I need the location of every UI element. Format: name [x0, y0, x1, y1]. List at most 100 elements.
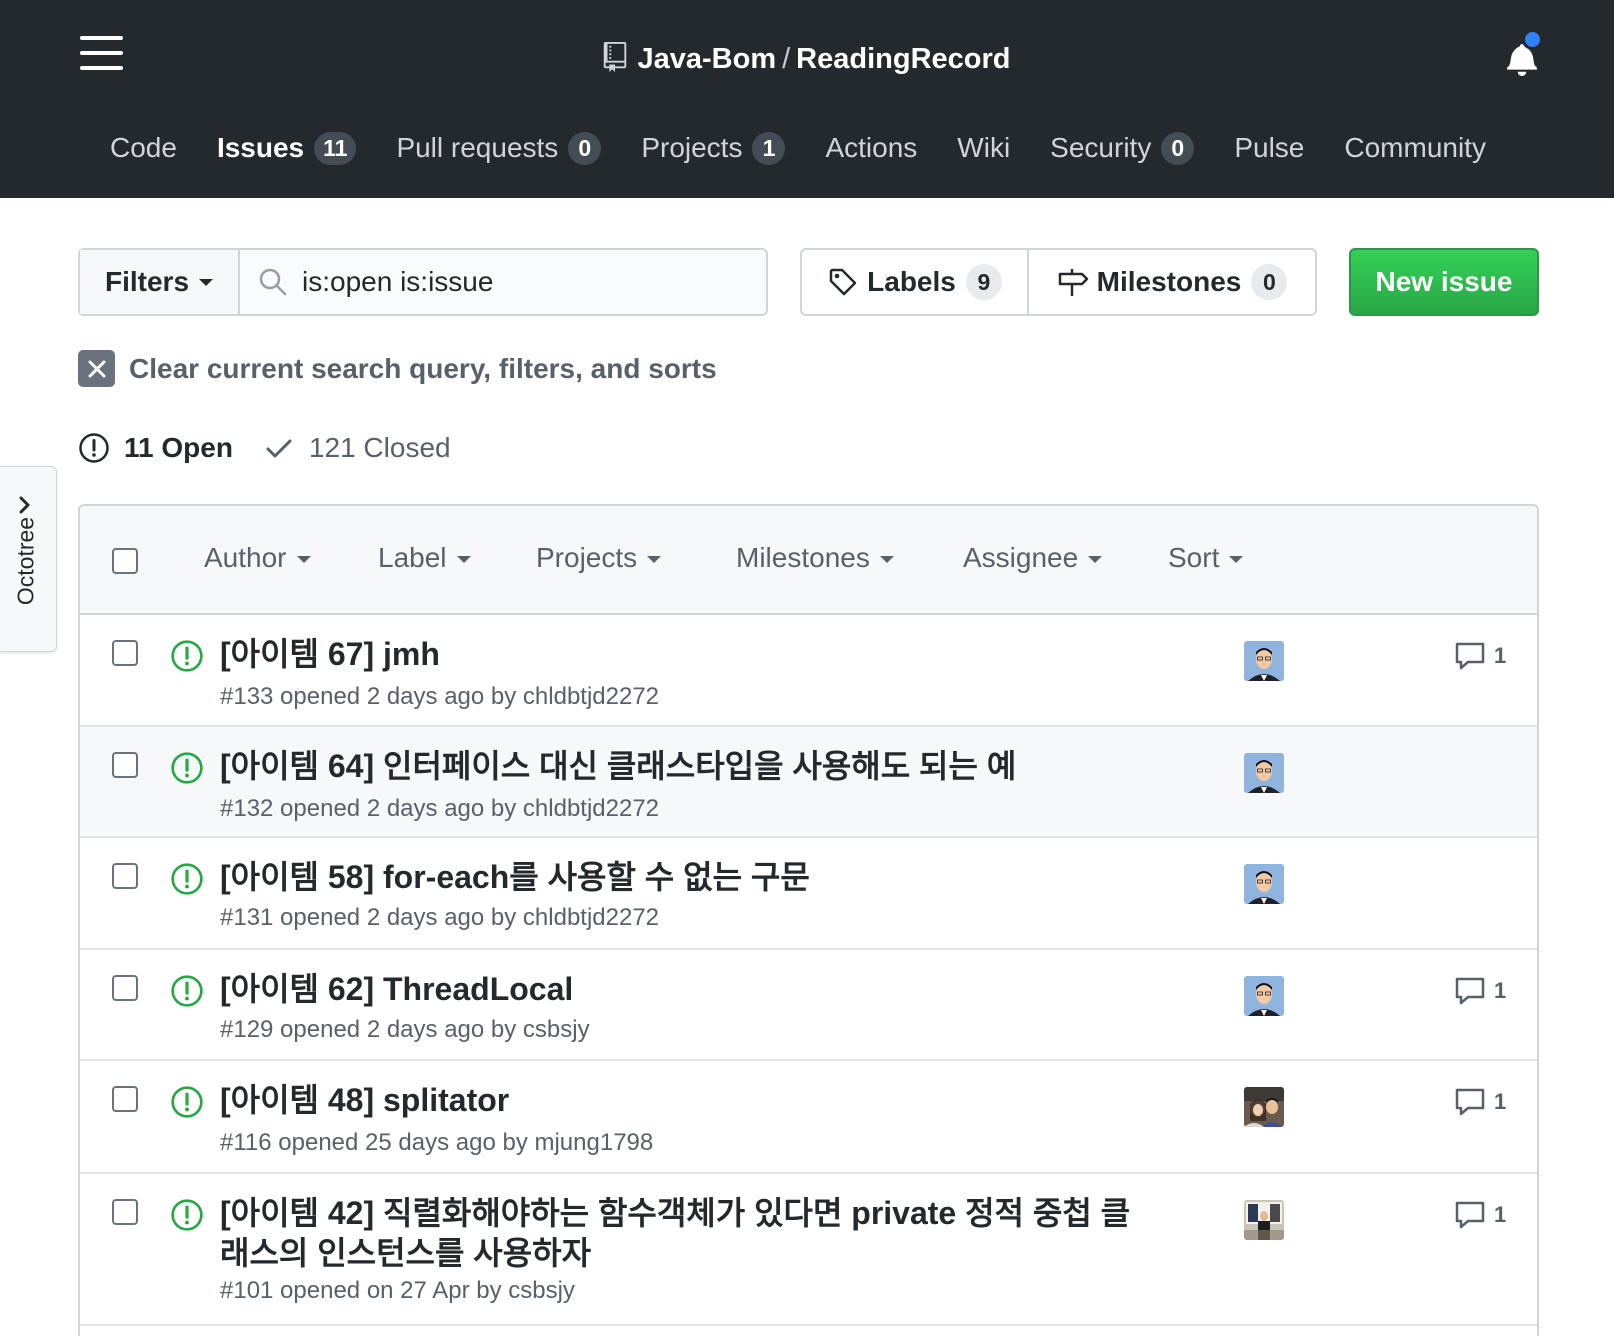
caret-down-icon [1088, 556, 1103, 564]
new-issue-button[interactable]: New issue [1349, 248, 1539, 316]
clear-query-text: Clear current search query, filters, and… [129, 352, 717, 384]
comment-count-link[interactable]: 1 [1454, 1087, 1506, 1117]
caret-down-icon [1229, 556, 1244, 564]
milestones-count: 0 [1251, 264, 1288, 300]
select-all-checkbox[interactable] [112, 548, 138, 574]
issue-row: [아이템 42] 직렬화해야하는 함수객체가 있다면 private 정적 중첩… [80, 1174, 1537, 1326]
issue-meta: #116 opened 25 days ago by mjung1798 [220, 1129, 654, 1156]
issue-opened-icon [171, 975, 203, 1007]
tab-wiki[interactable]: Wiki [957, 132, 1010, 164]
avatar[interactable] [1244, 1087, 1284, 1127]
issues-list: Author Label Projects Milestones Assigne… [78, 504, 1539, 1336]
tab-pulse[interactable]: Pulse [1234, 132, 1304, 164]
labels-milestones-group: Labels 9 Milestones 0 [800, 248, 1317, 316]
issue-opened-icon [171, 863, 203, 895]
issue-state-toggle: 11 Open 121 Closed [78, 432, 451, 464]
comment-count-link[interactable]: 1 [1454, 1200, 1506, 1230]
milestones-button[interactable]: Milestones 0 [1029, 250, 1315, 314]
tab-code[interactable]: Code [110, 132, 177, 164]
issue-title-link[interactable]: [아이템 58] for-each를 사용할 수 없는 구문 [220, 857, 1150, 897]
issue-checkbox[interactable] [112, 1086, 138, 1112]
issue-checkbox[interactable] [112, 975, 138, 1001]
tab-pull-requests[interactable]: Pull requests 0 [396, 131, 602, 165]
comment-icon [1455, 977, 1485, 1005]
closed-issues-link[interactable]: 121 Closed [265, 432, 451, 464]
issue-meta: #132 opened 2 days ago by chldbtjd2272 [220, 795, 660, 822]
issue-row: [아이템 67] jmh #133 opened 2 days ago by c… [80, 615, 1537, 727]
comment-icon [1455, 1201, 1485, 1229]
issue-opened-icon [79, 433, 109, 463]
tab-community[interactable]: Community [1344, 132, 1486, 164]
caret-down-icon [456, 556, 471, 564]
comment-icon [1455, 1088, 1485, 1116]
issue-checkbox[interactable] [112, 752, 138, 778]
author-filter[interactable]: Author [204, 542, 311, 574]
labels-button[interactable]: Labels 9 [802, 250, 1029, 314]
issue-meta: #101 opened on 27 Apr by csbsjy [220, 1277, 575, 1304]
avatar[interactable] [1244, 864, 1284, 904]
issue-opened-icon [171, 640, 203, 672]
issue-row: [아이템 64] 인터페이스 대신 클래스타입을 사용해도 되는 예 #132 … [80, 727, 1537, 838]
milestones-filter[interactable]: Milestones [736, 542, 894, 574]
issue-opened-icon [171, 752, 203, 784]
security-count-badge: 0 [1161, 131, 1195, 165]
issue-meta: #133 opened 2 days ago by chldbtjd2272 [220, 683, 660, 710]
caret-down-icon [296, 556, 311, 564]
check-icon [266, 439, 292, 458]
repo-name-link[interactable]: ReadingRecord [796, 43, 1010, 75]
repo-header: Java-Bom / ReadingRecord Code Issues 11 Pul… [0, 0, 1614, 198]
issue-meta: #131 opened 2 days ago by chldbtjd2272 [220, 904, 660, 931]
caret-down-icon [647, 556, 662, 564]
search-icon [259, 268, 287, 296]
tab-projects[interactable]: Projects 1 [641, 131, 786, 165]
avatar[interactable] [1244, 641, 1284, 681]
close-icon [78, 350, 115, 387]
filters-dropdown-button[interactable]: Filters [80, 250, 240, 314]
issue-meta: #129 opened 2 days ago by csbsjy [220, 1016, 590, 1043]
clear-query-link[interactable]: Clear current search query, filters, and… [78, 350, 717, 387]
issue-title-link[interactable]: [아이템 48] splitator [220, 1080, 1150, 1120]
pull-requests-count-badge: 0 [568, 131, 602, 165]
milestone-icon [1058, 269, 1088, 296]
issues-list-header: Author Label Projects Milestones Assigne… [80, 506, 1537, 615]
avatar[interactable] [1244, 976, 1284, 1016]
comment-count-link[interactable]: 1 [1454, 976, 1506, 1006]
issue-title-link[interactable]: [아이템 42] 직렬화해야하는 함수객체가 있다면 private 정적 중첩… [220, 1193, 1150, 1273]
tab-issues[interactable]: Issues 11 [217, 131, 357, 165]
issue-row: [아이템 62] ThreadLocal #129 opened 2 days … [80, 950, 1537, 1061]
repo-owner-link[interactable]: Java-Bom [637, 43, 776, 75]
label-filter[interactable]: Label [378, 542, 471, 574]
issues-count-badge: 11 [314, 131, 357, 165]
notification-unread-dot [1522, 29, 1543, 50]
issue-opened-icon [171, 1199, 203, 1231]
chevron-right-icon [19, 496, 30, 514]
projects-count-badge: 1 [752, 131, 786, 165]
caret-down-icon [879, 556, 894, 564]
filter-search-group: Filters [78, 248, 768, 316]
search-input[interactable] [302, 266, 732, 298]
octotree-toggle[interactable]: Octotree [0, 466, 57, 652]
open-issues-link[interactable]: 11 Open [78, 432, 233, 464]
comment-count-link[interactable]: 1 [1454, 641, 1506, 671]
issue-checkbox[interactable] [112, 640, 138, 666]
search-wrap [240, 250, 766, 314]
issue-checkbox[interactable] [112, 1199, 138, 1225]
projects-filter[interactable]: Projects [536, 542, 662, 574]
caret-down-icon [199, 278, 214, 286]
issue-row: [아이템 48] splitator #116 opened 25 days a… [80, 1061, 1537, 1174]
tab-actions[interactable]: Actions [825, 132, 917, 164]
issue-checkbox[interactable] [112, 863, 138, 889]
repo-nav: Code Issues 11 Pull requests 0 Projects 1 A… [110, 126, 1526, 170]
issue-title-link[interactable]: [아이템 64] 인터페이스 대신 클래스타입을 사용해도 되는 예 [220, 746, 1150, 786]
issue-title-link[interactable]: [아이템 62] ThreadLocal [220, 969, 1150, 1009]
comment-icon [1455, 642, 1485, 670]
octotree-label: Octotree [12, 516, 39, 606]
issue-title-link[interactable]: [아이템 67] jmh [220, 634, 1150, 674]
tab-security[interactable]: Security 0 [1050, 131, 1195, 165]
sort-dropdown[interactable]: Sort [1168, 542, 1244, 574]
repo-title: Java-Bom / ReadingRecord [0, 42, 1614, 76]
assignee-filter[interactable]: Assignee [963, 542, 1103, 574]
avatar[interactable] [1244, 753, 1284, 793]
avatar[interactable] [1244, 1200, 1284, 1240]
repo-separator: / [782, 43, 791, 75]
